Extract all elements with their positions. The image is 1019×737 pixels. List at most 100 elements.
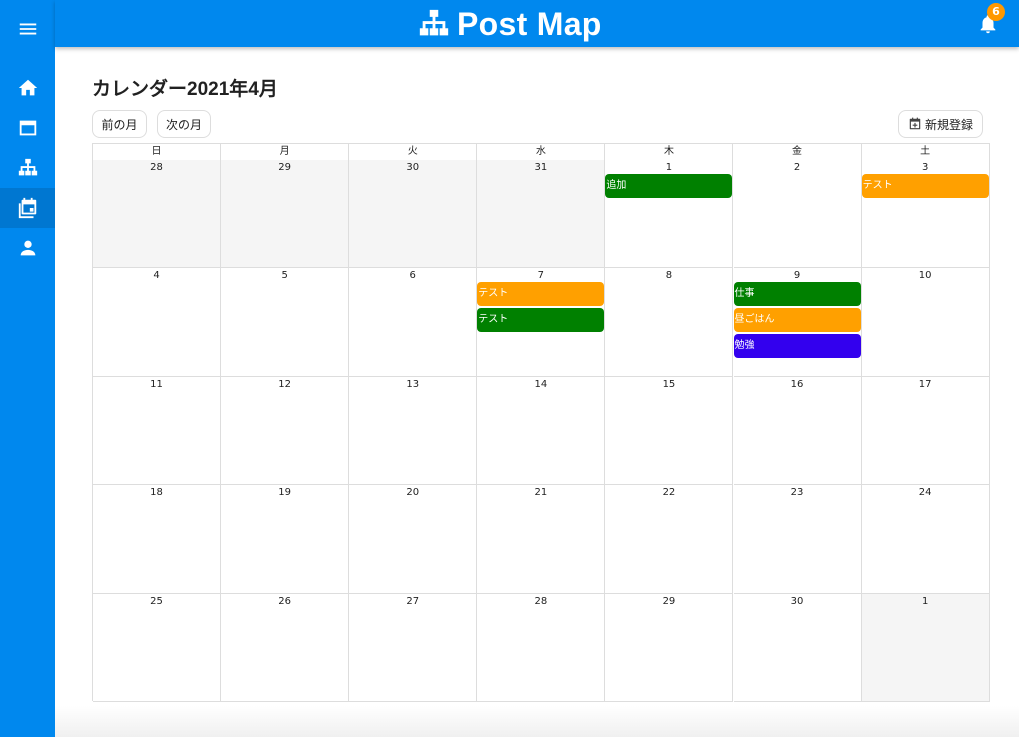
day-cell[interactable]: 14	[477, 376, 606, 486]
day-cell[interactable]: 22	[605, 485, 734, 594]
day-number[interactable]: 23	[734, 487, 861, 498]
account-icon	[20, 240, 35, 256]
navigation-drawer	[0, 0, 55, 737]
day-number[interactable]: 30	[734, 596, 861, 607]
calendar-event[interactable]: 勉強	[733, 334, 861, 359]
day-cell[interactable]: 29	[605, 593, 734, 702]
calendar-icon	[18, 197, 36, 219]
menu-button[interactable]	[0, 9, 55, 49]
sitemap-icon	[419, 9, 449, 36]
day-cell[interactable]: 1	[861, 593, 990, 702]
day-number[interactable]: 28	[477, 596, 604, 607]
day-number[interactable]: 20	[349, 487, 476, 498]
footer-area	[55, 706, 1019, 737]
day-number[interactable]: 14	[477, 379, 604, 390]
weekday-header: 日	[93, 144, 222, 160]
weekday-header: 木	[605, 144, 734, 160]
sitemap-icon	[18, 158, 37, 176]
day-number[interactable]: 2	[734, 162, 861, 173]
day-number[interactable]: 10	[862, 270, 989, 281]
day-cell[interactable]: 30	[349, 160, 478, 269]
day-cell[interactable]: 18	[93, 485, 222, 594]
day-cell[interactable]: 21	[477, 485, 606, 594]
calendar-event[interactable]: 昼ごはん	[733, 308, 861, 333]
day-number[interactable]: 21	[477, 487, 604, 498]
day-cell[interactable]: 12	[221, 376, 350, 486]
day-cell[interactable]: 28	[93, 160, 222, 269]
day-number[interactable]: 30	[349, 162, 476, 173]
home-icon	[18, 79, 37, 96]
day-cell[interactable]: 19	[221, 485, 350, 594]
day-cell[interactable]: 5	[221, 268, 350, 377]
day-number[interactable]: 28	[93, 162, 220, 173]
day-number[interactable]: 1	[605, 162, 732, 173]
nav-window[interactable]	[0, 108, 55, 148]
day-cell[interactable]: 6	[349, 268, 478, 377]
day-number[interactable]: 29	[221, 162, 348, 173]
day-cell[interactable]: 31	[477, 160, 606, 269]
day-cell[interactable]: 13	[349, 376, 478, 486]
day-cell[interactable]: 30	[733, 593, 862, 702]
day-cell[interactable]: 26	[221, 593, 350, 702]
day-number[interactable]: 12	[221, 379, 348, 390]
next-month-button[interactable]: 次の月	[157, 110, 211, 138]
day-cell[interactable]: 24	[861, 485, 990, 594]
day-cell[interactable]: 10	[861, 268, 990, 377]
day-cell[interactable]: 17	[861, 376, 990, 486]
day-cell[interactable]: 29	[221, 160, 350, 269]
calendar-event[interactable]: テスト	[477, 282, 605, 307]
day-cell[interactable]: 16	[733, 376, 862, 486]
day-cell[interactable]: 20	[349, 485, 478, 594]
weekday-header: 水	[477, 144, 606, 160]
day-number[interactable]: 17	[862, 379, 989, 390]
app-title: Post Map	[457, 5, 602, 42]
day-cell[interactable]: 4	[93, 268, 222, 377]
day-number[interactable]: 6	[349, 270, 476, 281]
day-number[interactable]: 3	[862, 162, 989, 173]
day-number[interactable]: 26	[221, 596, 348, 607]
calendar-event[interactable]: 追加	[605, 174, 733, 198]
day-cell[interactable]: 28	[477, 593, 606, 702]
day-number[interactable]: 24	[862, 487, 989, 498]
day-number[interactable]: 27	[349, 596, 476, 607]
day-number[interactable]: 15	[605, 379, 732, 390]
calendar-event[interactable]: テスト	[861, 174, 989, 198]
day-number[interactable]: 22	[605, 487, 732, 498]
day-number[interactable]: 16	[734, 379, 861, 390]
app-logo[interactable]: Post Map	[417, 4, 602, 44]
new-event-label: 新規登録	[924, 117, 973, 132]
day-cell[interactable]: 8	[605, 268, 734, 377]
day-number[interactable]: 11	[93, 379, 220, 390]
day-cell[interactable]: 11	[93, 376, 222, 486]
prev-month-button[interactable]: 前の月	[92, 110, 147, 138]
nav-sitemap[interactable]	[0, 148, 55, 188]
day-cell[interactable]: 15	[605, 376, 734, 486]
day-cell[interactable]: 23	[733, 485, 862, 594]
page-title: カレンダー2021年4月	[92, 79, 278, 100]
calendar-event[interactable]: テスト	[477, 308, 605, 333]
weekday-header: 月	[221, 144, 350, 160]
calendar-plus-icon	[909, 117, 921, 130]
day-number[interactable]: 25	[93, 596, 220, 607]
day-cell[interactable]: 2	[733, 160, 862, 269]
day-number[interactable]: 5	[221, 270, 348, 281]
nav-home[interactable]	[0, 68, 55, 108]
day-number[interactable]: 18	[93, 487, 220, 498]
day-number[interactable]: 4	[93, 270, 220, 281]
day-number[interactable]: 8	[605, 270, 732, 281]
new-event-button[interactable]: 新規登録	[898, 110, 983, 138]
weekday-header: 火	[349, 144, 478, 160]
day-number[interactable]: 19	[221, 487, 348, 498]
day-cell[interactable]: 27	[349, 593, 478, 702]
day-number[interactable]: 29	[605, 596, 732, 607]
day-number[interactable]: 7	[477, 270, 604, 281]
weekday-header: 金	[734, 144, 862, 160]
day-number[interactable]: 31	[477, 162, 604, 173]
day-cell[interactable]: 25	[93, 593, 222, 702]
day-number[interactable]: 1	[862, 596, 989, 607]
day-number[interactable]: 9	[734, 270, 861, 281]
calendar-event[interactable]: 仕事	[733, 282, 861, 307]
day-number[interactable]: 13	[349, 379, 476, 390]
nav-calendar[interactable]	[0, 188, 55, 228]
nav-account[interactable]	[0, 228, 55, 268]
